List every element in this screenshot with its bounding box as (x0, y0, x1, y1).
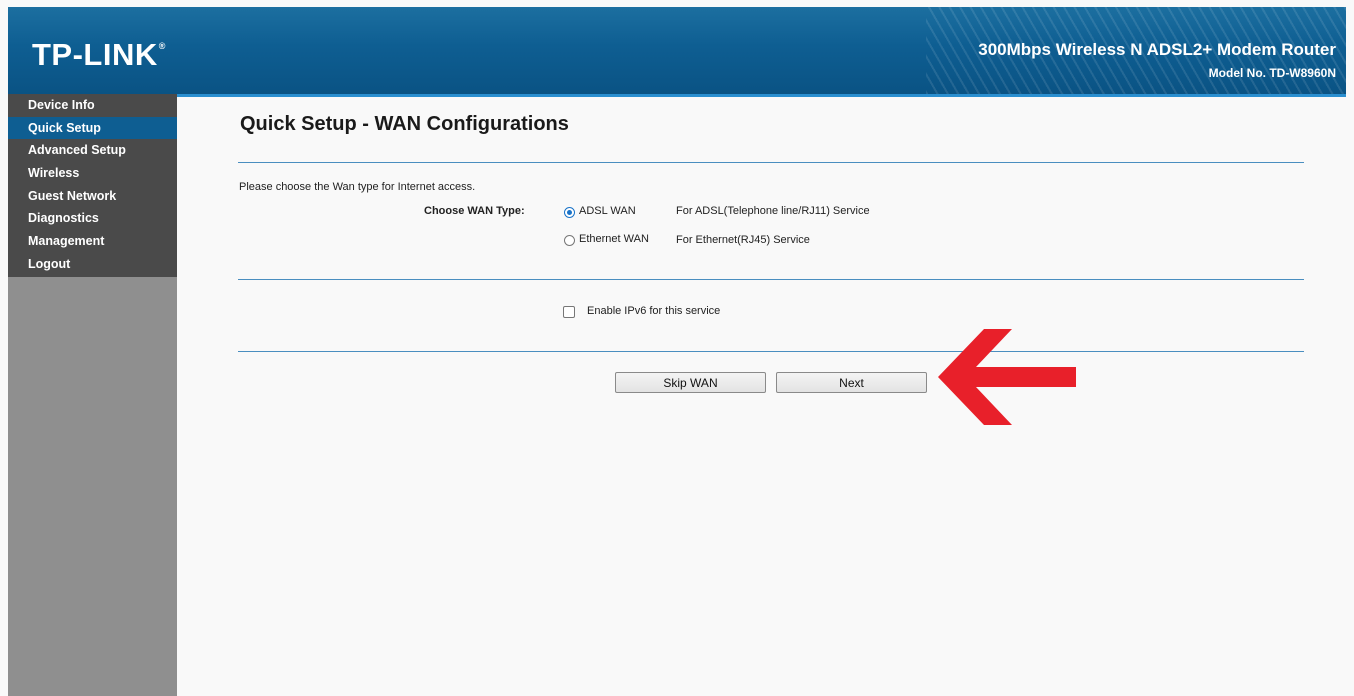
sidebar-item-quick-setup[interactable]: Quick Setup (8, 116, 177, 140)
sidebar: Device Info Quick Setup Advanced Setup W… (8, 94, 177, 696)
wan-type-label: Choose WAN Type: (424, 205, 525, 217)
skip-wan-button[interactable]: Skip WAN (615, 372, 766, 393)
ethernet-wan-description: For Ethernet(RJ45) Service (676, 234, 810, 246)
product-name: 300Mbps Wireless N ADSL2+ Modem Router (978, 40, 1336, 59)
divider-middle (238, 279, 1304, 280)
sidebar-item-guest-network[interactable]: Guest Network (8, 185, 177, 208)
sidebar-item-management[interactable]: Management (8, 230, 177, 253)
divider-top (238, 162, 1304, 163)
sidebar-item-wireless[interactable]: Wireless (8, 162, 177, 185)
adsl-wan-description: For ADSL(Telephone line/RJ11) Service (676, 205, 870, 217)
sidebar-item-diagnostics[interactable]: Diagnostics (8, 207, 177, 230)
red-left-arrow-icon (938, 329, 1076, 425)
instruction-text: Please choose the Wan type for Internet … (239, 181, 476, 193)
sidebar-item-logout[interactable]: Logout (8, 253, 177, 276)
enable-ipv6-label[interactable]: Enable IPv6 for this service (587, 305, 720, 317)
enable-ipv6-checkbox[interactable] (563, 306, 575, 318)
header-banner: TP-LINK® 300Mbps Wireless N ADSL2+ Modem… (8, 7, 1346, 97)
divider-bottom (238, 351, 1304, 352)
sidebar-menu: Device Info Quick Setup Advanced Setup W… (8, 94, 177, 277)
model-number: Model No. TD-W8960N (1208, 66, 1336, 80)
sidebar-item-advanced-setup[interactable]: Advanced Setup (8, 139, 177, 162)
ethernet-wan-radio[interactable] (564, 235, 575, 246)
sidebar-item-device-info[interactable]: Device Info (8, 94, 177, 117)
adsl-wan-radio[interactable] (564, 207, 575, 218)
tp-link-logo: TP-LINK® (32, 37, 166, 72)
adsl-wan-label[interactable]: ADSL WAN (579, 205, 636, 217)
page-title: Quick Setup - WAN Configurations (240, 113, 569, 135)
next-button[interactable]: Next (776, 372, 927, 393)
ethernet-wan-label[interactable]: Ethernet WAN (579, 233, 649, 245)
